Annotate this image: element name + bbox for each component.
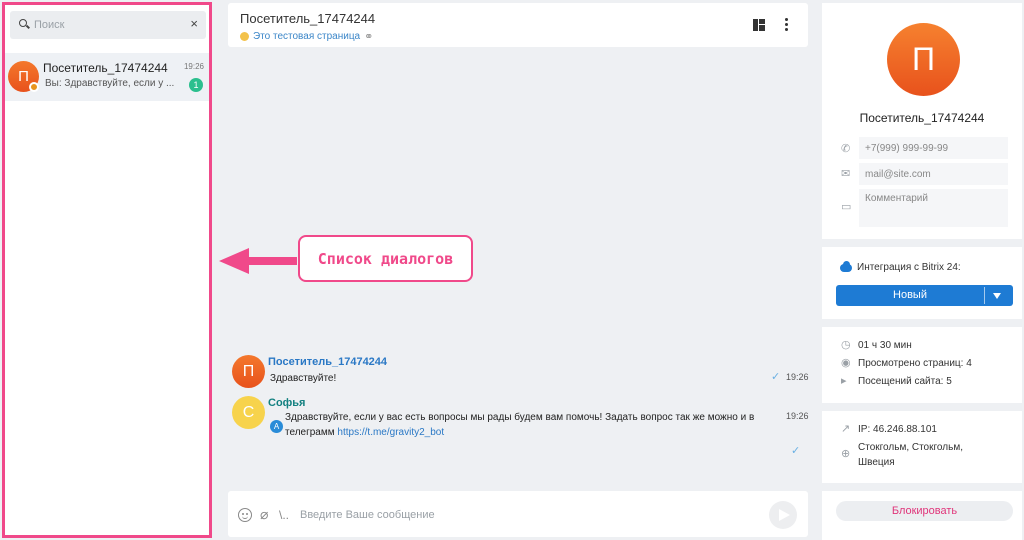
search-icon [19, 19, 27, 27]
message-text-line2: телеграмм https://t.me/gravity2_bot [285, 425, 444, 440]
quick-replies-icon[interactable]: \.. [279, 508, 289, 522]
message-author: Посетитель_17474244 [268, 356, 388, 368]
pages-viewed: Просмотрено страниц: 4 [858, 358, 972, 369]
chat-title: Посетитель_17474244 [240, 11, 376, 26]
telegram-link[interactable]: https://t.me/gravity2_bot [337, 427, 444, 438]
visitor-name: Посетитель_17474244 [859, 111, 985, 125]
dialog-name: Посетитель_17474244 [43, 61, 168, 75]
integration-card [822, 247, 1022, 319]
operator-badge: A [270, 420, 283, 433]
select-divider [984, 287, 985, 304]
message-text-prefix: телеграмм [285, 427, 338, 438]
location-line1: Стокгольм, Стокгольм, [858, 442, 963, 453]
avatar: П [232, 355, 265, 388]
block-button[interactable]: Блокировать [836, 501, 1013, 521]
status-value: Новый [893, 289, 927, 301]
avatar: С [232, 396, 265, 429]
chevron-down-icon[interactable] [993, 293, 1001, 299]
link-icon: ⚭ [364, 31, 374, 43]
unread-badge: 1 [189, 78, 203, 92]
message-time: 19:26 [786, 372, 809, 382]
eye-icon: ◉ [841, 357, 851, 369]
visitor-avatar: П [887, 23, 960, 96]
ip-address: IP: 46.246.88.101 [858, 424, 937, 435]
close-icon[interactable]: × [190, 17, 198, 31]
integration-label: Интеграция с Bitrix 24: [857, 262, 961, 273]
location-line2: Швеция [858, 457, 895, 468]
dialog-time: 19:26 [183, 62, 204, 71]
email-icon: ✉ [841, 168, 851, 180]
chat-subtitle[interactable]: Это тестовая страница ⚭ [240, 30, 373, 43]
message-time: 19:26 [786, 411, 809, 421]
session-duration: 01 ч 30 мин [858, 340, 912, 351]
email-field[interactable] [859, 163, 1008, 185]
message-composer: ⌀ \.. [228, 491, 808, 537]
emoji-icon[interactable] [238, 508, 252, 522]
site-visits: Посещений сайта: 5 [858, 376, 952, 387]
dialog-list-panel: × П Посетитель_17474244 Вы: Здравствуйте… [2, 2, 212, 538]
annotation-arrow-icon [219, 248, 297, 274]
visitor-panel: П Посетитель_17474244 ✆ ✉ ▭ Интеграция с… [822, 3, 1022, 540]
phone-field[interactable] [859, 137, 1008, 159]
send-button[interactable] [769, 501, 797, 529]
attach-icon[interactable]: ⌀ [260, 506, 268, 523]
status-indicator [29, 82, 39, 92]
comment-icon: ▭ [841, 201, 852, 213]
clock-icon: ◷ [841, 339, 851, 351]
message-text: Здравствуйте, если у вас есть вопросы мы… [285, 412, 755, 423]
read-check-icon: ✓ [771, 371, 781, 383]
external-link-icon: ↗ [841, 423, 851, 435]
deal-status-select[interactable]: Новый [836, 285, 1013, 306]
chat-header: Посетитель_17474244 Это тестовая страниц… [228, 3, 808, 47]
phone-icon: ✆ [841, 143, 851, 155]
search-input[interactable] [34, 16, 184, 34]
search-box: × [10, 11, 206, 39]
dialog-preview: Вы: Здравствуйте, если у ... [45, 78, 175, 89]
read-check-icon: ✓ [791, 445, 801, 457]
visits-icon: ▸ [841, 375, 847, 387]
message-input[interactable] [300, 506, 720, 524]
comment-field[interactable] [859, 189, 1008, 227]
dialog-list-item[interactable]: П Посетитель_17474244 Вы: Здравствуйте, … [5, 53, 209, 101]
annotation-label: Список диалогов [298, 235, 473, 282]
visitor-card: П Посетитель_17474244 ✆ ✉ ▭ [822, 3, 1022, 239]
layout-icon[interactable] [753, 19, 765, 31]
message-author: Софья [268, 397, 306, 409]
page-status-dot [240, 32, 249, 41]
message-text: Здравствуйте! [270, 373, 337, 384]
globe-icon: ⊕ [841, 448, 851, 460]
page-title: Это тестовая страница [253, 31, 361, 42]
more-menu-icon[interactable] [785, 18, 789, 32]
cloud-icon [840, 261, 852, 272]
